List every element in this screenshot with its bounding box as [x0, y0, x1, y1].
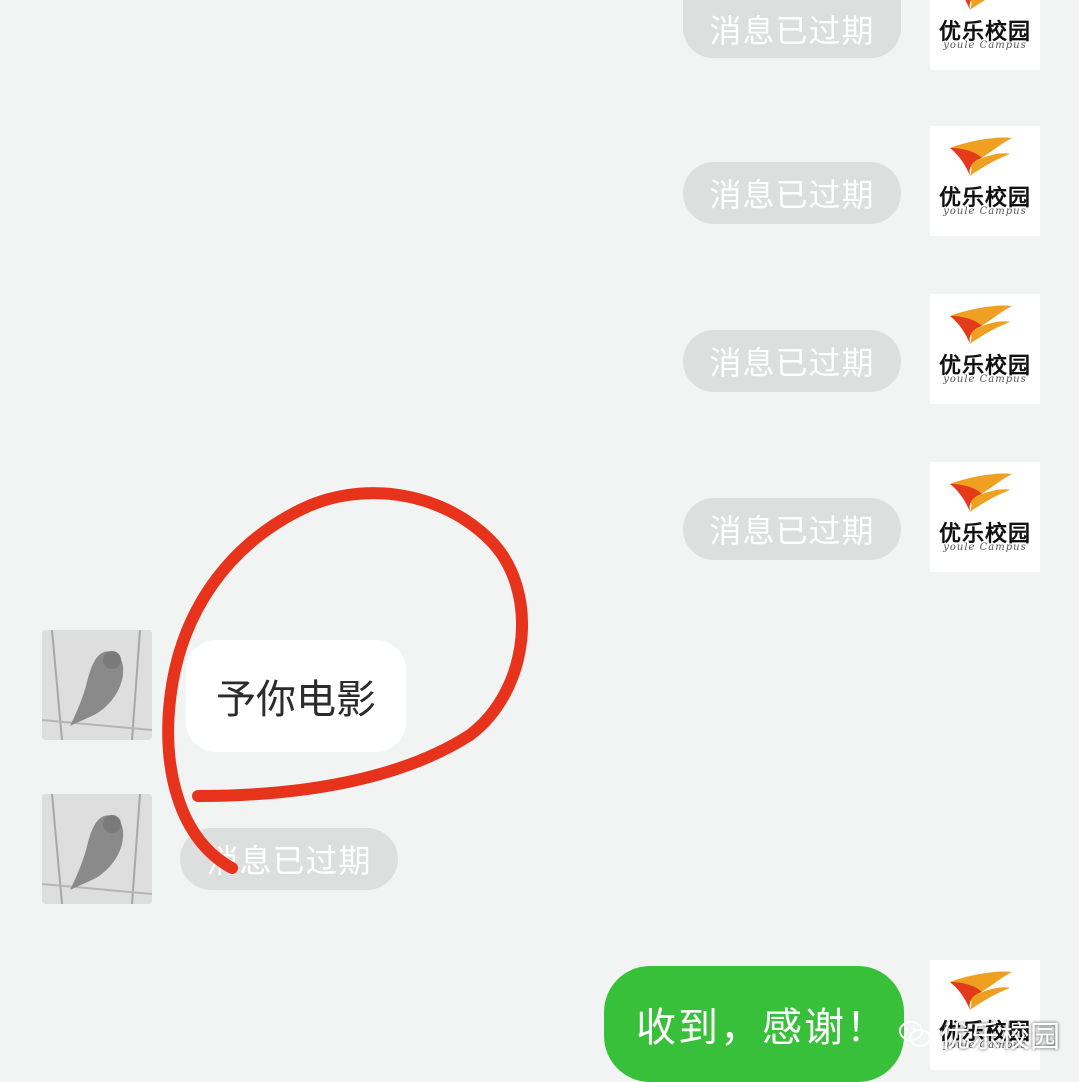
watermark: 优乐校园 — [898, 1012, 1060, 1056]
user-avatar-logo[interactable]: 优乐校园 youle Campus — [930, 462, 1040, 572]
expired-message-text: 消息已过期 — [206, 842, 372, 880]
logo-subtitle: youle Campus — [943, 374, 1027, 385]
logo-subtitle: youle Campus — [943, 542, 1027, 553]
expired-message-bubble[interactable]: 消息已过期 — [180, 828, 398, 890]
expired-message-bubble[interactable]: 消息已过期 — [683, 0, 901, 58]
user-avatar-logo[interactable]: 优乐校园 youle Campus — [930, 126, 1040, 236]
expired-message-text: 消息已过期 — [709, 344, 875, 382]
expired-message-text: 消息已过期 — [709, 176, 875, 214]
expired-message-bubble[interactable]: 消息已过期 — [683, 330, 901, 392]
expired-message-text: 消息已过期 — [709, 512, 875, 550]
red-annotation-circle — [162, 487, 529, 874]
logo-subtitle: youle Campus — [943, 206, 1027, 217]
expired-message-bubble[interactable]: 消息已过期 — [683, 162, 901, 224]
logo-flame-icon — [950, 971, 1012, 1010]
sent-message-bubble[interactable]: 收到，感谢！ — [604, 966, 904, 1082]
watermark-text: 优乐校园 — [940, 1020, 1060, 1055]
user-avatar-logo[interactable]: 优乐校园 youle Campus — [930, 0, 1040, 70]
expired-message-text: 消息已过期 — [709, 12, 875, 50]
expired-message-bubble[interactable]: 消息已过期 — [683, 498, 901, 560]
user-avatar-logo[interactable]: 优乐校园 youle Campus — [930, 294, 1040, 404]
logo-flame-icon — [950, 473, 1012, 512]
received-message-text: 予你电影 — [216, 677, 376, 723]
wechat-icon — [899, 1021, 931, 1047]
bird-silhouette-icon — [42, 630, 152, 740]
sent-message-text: 收到，感谢！ — [636, 1005, 888, 1051]
bird-silhouette-icon — [42, 794, 152, 904]
logo-subtitle: youle Campus — [943, 40, 1027, 51]
received-message-bubble[interactable]: 予你电影 — [186, 640, 406, 752]
logo-flame-icon — [950, 137, 1012, 176]
contact-avatar[interactable] — [42, 794, 152, 904]
logo-flame-icon — [950, 305, 1012, 344]
contact-avatar[interactable] — [42, 630, 152, 740]
